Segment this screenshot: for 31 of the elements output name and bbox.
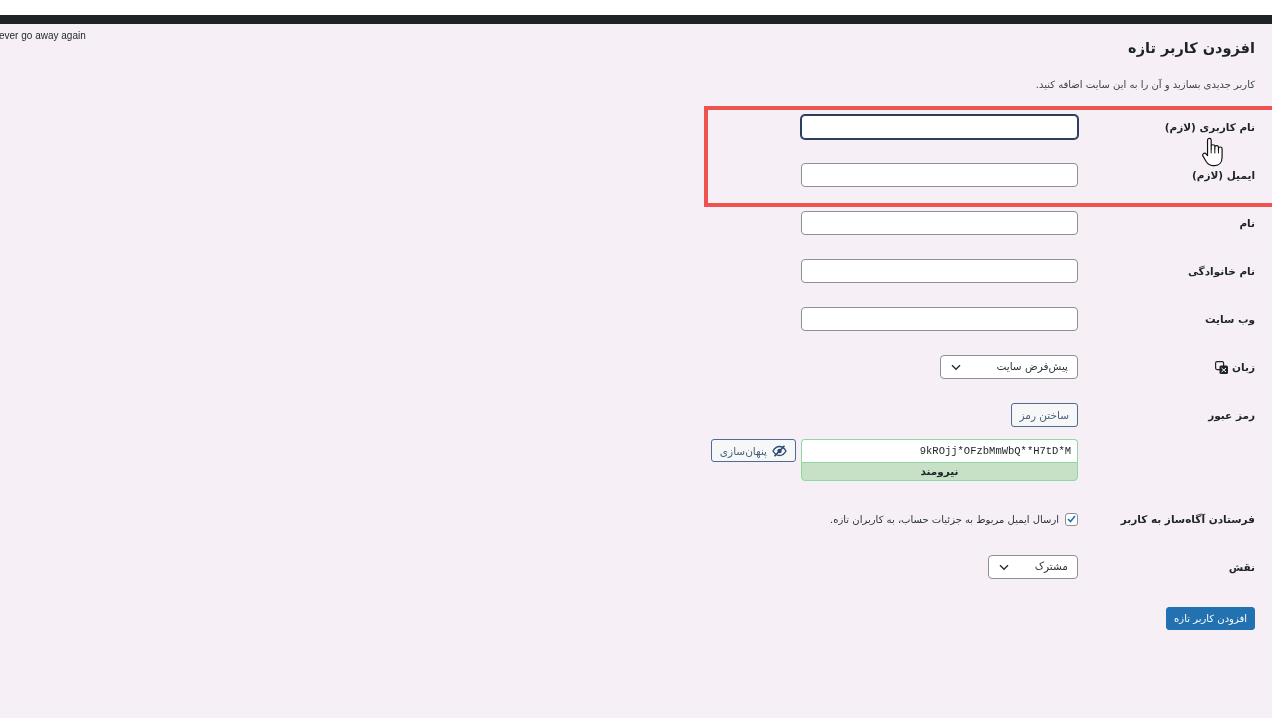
text-field[interactable] <box>801 115 1078 139</box>
dropdown[interactable]: پیش‌فرض سایت <box>940 355 1078 379</box>
text-field[interactable] <box>801 211 1078 235</box>
dropdown[interactable]: مشترک <box>988 555 1078 579</box>
text-field[interactable] <box>801 163 1078 187</box>
checkbox[interactable] <box>1065 512 1078 526</box>
page-description: کاربر جدیدی بسازید و آن را به این سایت اضافه کنید. <box>1035 77 1255 93</box>
strength-indicator: نیرومند <box>801 462 1078 481</box>
field-label: نام <box>1239 216 1255 232</box>
hide-password-button[interactable]: پنهان‌سازی <box>710 439 796 462</box>
field-label: زبان <box>1232 360 1255 376</box>
text-field[interactable] <box>801 259 1078 283</box>
field-label: نقش <box>1228 560 1255 576</box>
page-title: افزودن کاربر تازه <box>1128 39 1255 58</box>
chevron-down-icon <box>999 563 1009 571</box>
generate-password-button[interactable]: ساختن رمز <box>1010 403 1078 427</box>
text-field[interactable] <box>801 307 1078 331</box>
notice-text: ever go away again <box>0 29 86 43</box>
chevron-down-icon <box>951 363 961 371</box>
field-label: نام کاربری (لازم) <box>1164 120 1255 136</box>
field-label: ایمیل (لازم) <box>1191 168 1255 184</box>
password-field[interactable]: 9kROjj*OFzbMmWbQ**H7tD*M <box>801 439 1078 462</box>
field-label: وب سایت <box>1204 312 1255 328</box>
hand-cursor-icon <box>1202 137 1224 167</box>
eye-slash-icon <box>772 444 787 457</box>
field-label: فرستادن آگاه‌ساز به کاربر <box>1120 512 1255 528</box>
field-label: نام خانوادگی <box>1188 264 1255 280</box>
add-user-button[interactable]: افزودن کاربر تازه <box>1166 607 1255 630</box>
field-label: رمز عبور <box>1208 408 1255 424</box>
translation-icon <box>1215 360 1229 374</box>
checkbox-label: ارسال ایمیل مربوط به جزئیات حساب، به کاربران تازه. <box>830 512 1059 527</box>
